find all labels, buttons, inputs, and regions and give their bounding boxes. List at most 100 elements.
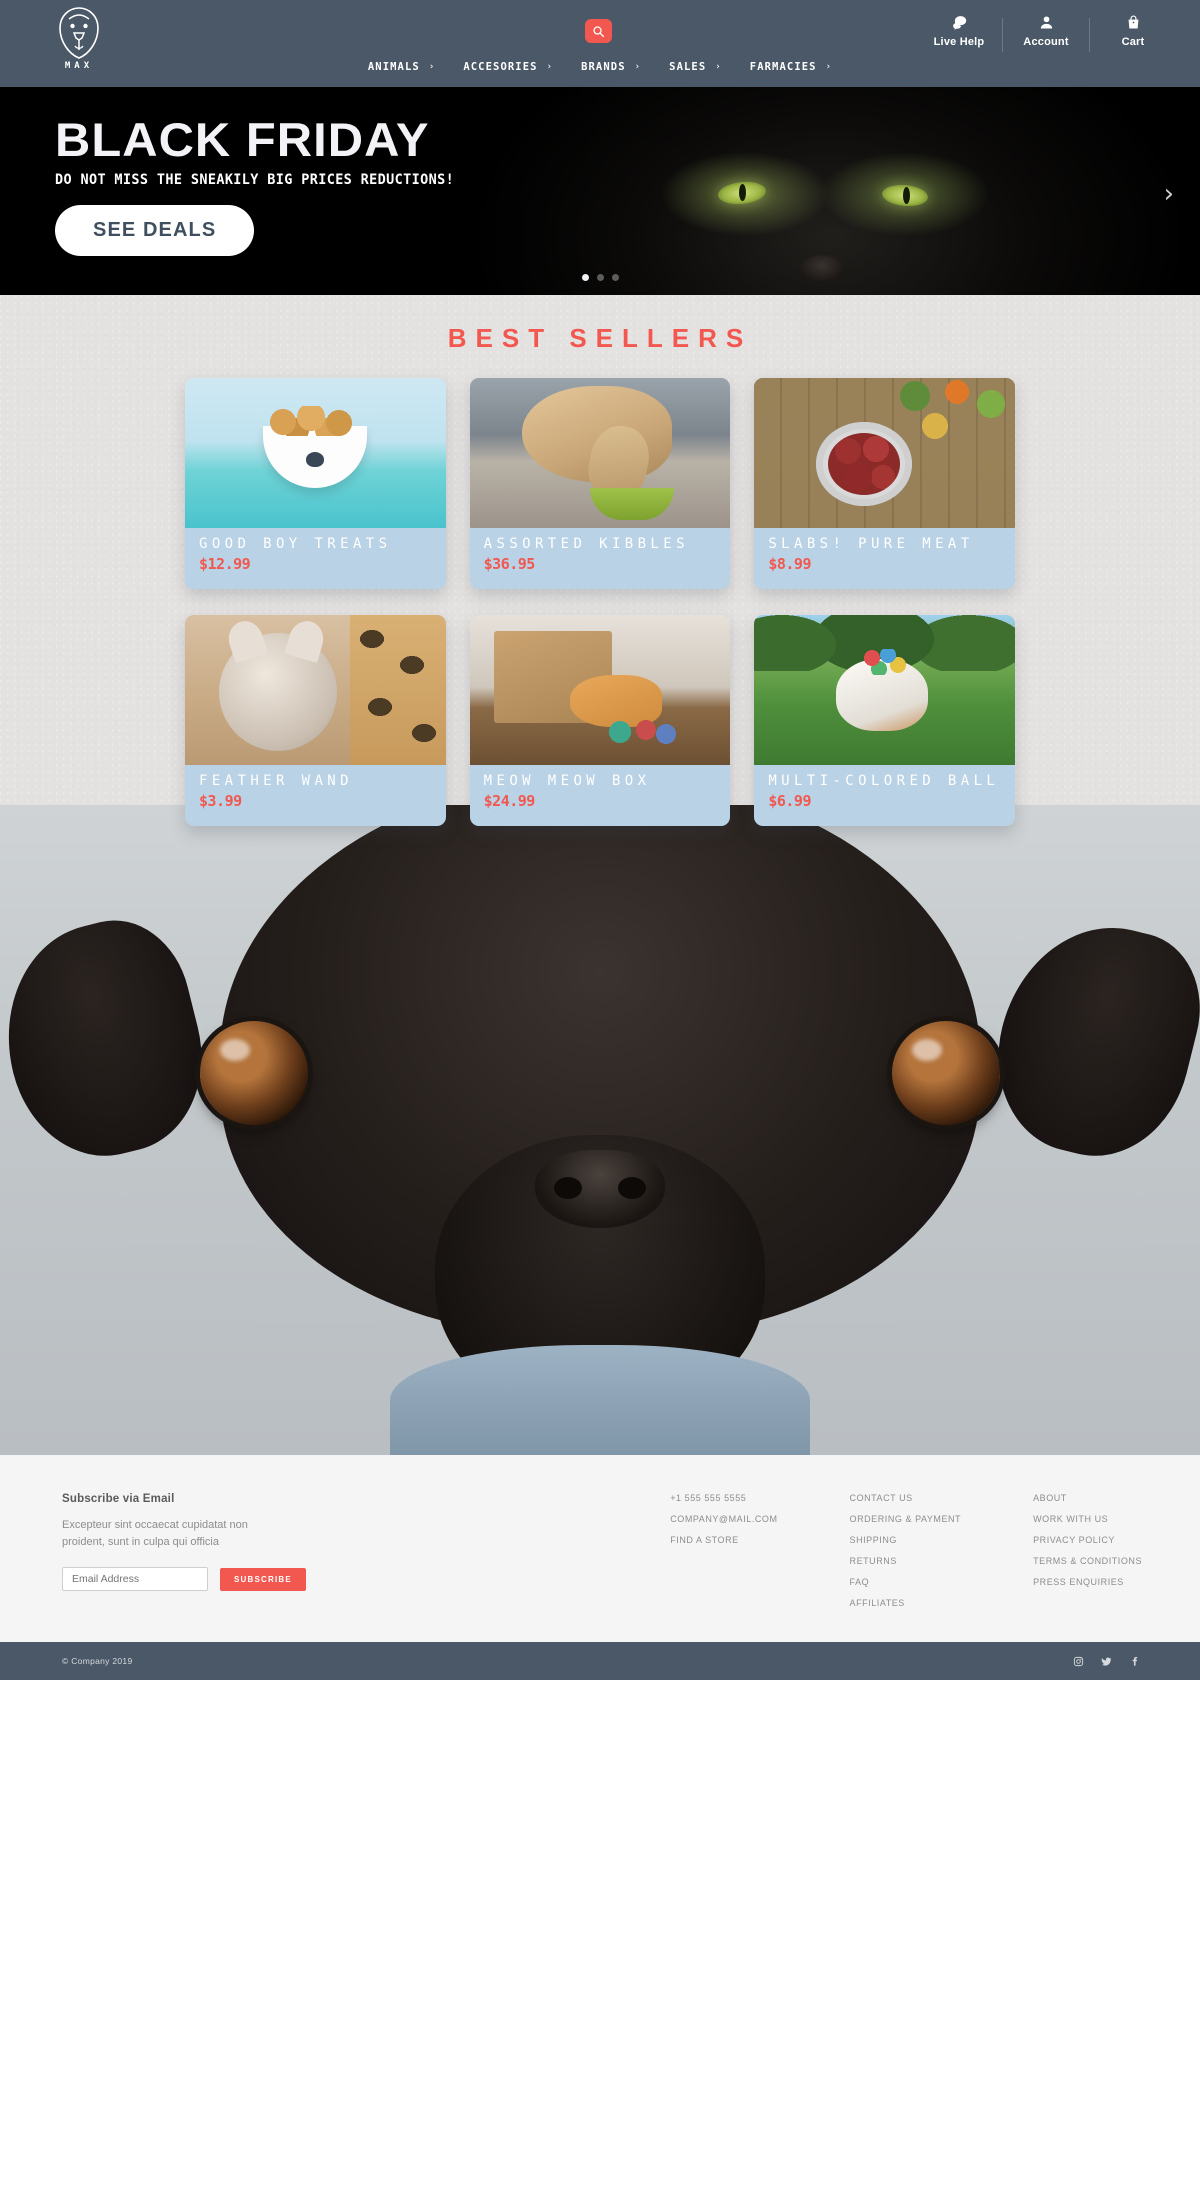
product-card[interactable]: GOOD BOY TREATS $12.99 (185, 378, 446, 589)
footer-link[interactable]: COMPANY@MAIL.COM (670, 1514, 777, 1524)
product-card[interactable]: ASSORTED KIBBLES $36.95 (469, 378, 731, 589)
product-image-good-boy-treats (185, 378, 446, 528)
account-button[interactable]: Account (1003, 14, 1089, 48)
product-card[interactable]: MULTI-COLORED BALL $6.99 (754, 615, 1015, 826)
decorative-shape (0, 905, 223, 1175)
live-help-label: Live Help (933, 36, 985, 48)
section-title: BEST SELLERS (447, 323, 753, 353)
product-card-body: MEOW MEOW BOX $24.99 (470, 765, 731, 826)
page-root: MAX ANIMALS › ACCESORIES › BRANDS › SALE… (0, 0, 1200, 1680)
subscribe-section: Subscribe via Email Excepteur sint occae… (52, 1493, 382, 1608)
product-card-body: FEATHER WAND $3.99 (185, 765, 446, 826)
footer-link[interactable]: FIND A STORE (670, 1535, 777, 1545)
footer-link[interactable]: TERMS & CONDITIONS (1033, 1556, 1142, 1566)
hero-content: BLACK FRIDAY DO NOT MISS THE SNEAKILY BI… (55, 115, 484, 256)
product-price: $24.99 (483, 792, 536, 810)
product-image-slabs-pure-meat (754, 378, 1015, 528)
footer-bottom-bar: © Company 2019 (0, 1642, 1200, 1680)
person-icon (1040, 16, 1052, 29)
product-price: $8.99 (768, 555, 811, 573)
email-input[interactable] (62, 1567, 208, 1591)
social-links (1073, 1656, 1148, 1667)
footer-link[interactable]: PRESS ENQUIRIES (1033, 1577, 1142, 1587)
search-button[interactable] (585, 19, 612, 43)
cart-label: Cart (1121, 36, 1145, 48)
decorative-shape (903, 187, 910, 204)
nav-label: ACCESORIES (463, 61, 538, 73)
carousel-dot-1[interactable] (581, 274, 589, 281)
product-card[interactable]: FEATHER WAND $3.99 (185, 615, 446, 826)
see-deals-button[interactable]: SEE DEALS (55, 205, 255, 256)
site-footer: Subscribe via Email Excepteur sint occae… (0, 1455, 1200, 1642)
product-price: $6.99 (768, 792, 811, 810)
cart-button[interactable]: Cart (1090, 14, 1176, 48)
decorative-shape (554, 1177, 582, 1199)
decorative-shape (739, 184, 746, 201)
product-title: FEATHER WAND (199, 773, 353, 789)
footer-column-support: CONTACT US ORDERING & PAYMENT SHIPPING R… (850, 1493, 962, 1608)
product-title: MULTI-COLORED BALL (768, 773, 1000, 789)
product-card-body: ASSORTED KIBBLES $36.95 (470, 528, 731, 589)
footer-link[interactable]: CONTACT US (850, 1493, 962, 1503)
footer-link[interactable]: WORK WITH US (1033, 1514, 1142, 1524)
account-label: Account (1023, 36, 1069, 48)
nav-item-farmacies[interactable]: FARMACIES › (736, 61, 846, 73)
chevron-right-icon: › (634, 62, 642, 72)
product-card[interactable]: MEOW MEOW BOX $24.99 (469, 615, 731, 826)
footer-link[interactable]: SHIPPING (850, 1535, 962, 1545)
nav-label: BRANDS (581, 61, 626, 73)
product-image-meow-meow-box (469, 615, 731, 765)
facebook-icon[interactable] (1129, 1656, 1140, 1667)
carousel-dot-3[interactable] (611, 274, 619, 281)
product-card-body: MULTI-COLORED BALL $6.99 (754, 765, 1015, 826)
live-help-button[interactable]: Live Help (916, 14, 1002, 48)
product-image-assorted-kibbles (469, 378, 731, 528)
footer-link[interactable]: RETURNS (850, 1556, 962, 1566)
nav-item-brands[interactable]: BRANDS › (567, 61, 655, 73)
hero-carousel: BLACK FRIDAY DO NOT MISS THE SNEAKILY BI… (0, 87, 1200, 295)
best-sellers-section: BEST SELLERS GOOD BOY TREATS $12.99 ASSO… (0, 295, 1200, 826)
product-price: $3.99 (199, 792, 242, 810)
product-price: $36.95 (483, 555, 536, 573)
carousel-next-button[interactable]: › (1164, 179, 1174, 209)
chevron-right-icon: › (546, 62, 554, 72)
footer-link[interactable]: FAQ (850, 1577, 962, 1587)
search-icon (593, 25, 605, 37)
product-title: SLABS! PURE MEAT (768, 536, 974, 552)
decorative-shape (200, 1021, 308, 1125)
feature-dog-photo (0, 805, 1200, 1455)
product-image-feather-wand (185, 615, 446, 765)
nav-label: FARMACIES (749, 61, 817, 73)
product-title: GOOD BOY TREATS (199, 536, 392, 552)
footer-link[interactable]: AFFILIATES (850, 1598, 962, 1608)
carousel-dot-2[interactable] (596, 274, 604, 281)
nav-label: SALES (669, 61, 707, 73)
nav-item-accesories[interactable]: ACCESORIES › (449, 61, 567, 73)
twitter-icon[interactable] (1101, 1656, 1112, 1667)
decorative-shape (892, 1021, 1000, 1125)
product-title: MEOW MEOW BOX (483, 773, 651, 789)
nav-item-animals[interactable]: ANIMALS › (354, 61, 449, 73)
product-card[interactable]: SLABS! PURE MEAT $8.99 (754, 378, 1015, 589)
nav-item-sales[interactable]: SALES › (655, 61, 736, 73)
footer-link[interactable]: PRIVACY POLICY (1033, 1535, 1142, 1545)
footer-link[interactable]: ABOUT (1033, 1493, 1142, 1503)
hero-title: BLACK FRIDAY (55, 113, 430, 166)
chevron-right-icon: › (825, 62, 833, 72)
product-grid: GOOD BOY TREATS $12.99 ASSORTED KIBBLES … (185, 378, 1015, 826)
carousel-dots (0, 274, 1200, 281)
product-card-body: SLABS! PURE MEAT $8.99 (754, 528, 1015, 589)
footer-link-columns: +1 555 555 5555 COMPANY@MAIL.COM FIND A … (670, 1493, 1148, 1608)
instagram-icon[interactable] (1073, 1656, 1084, 1667)
subscribe-title: Subscribe via Email (62, 1493, 175, 1505)
header-tools: Live Help Account Cart (916, 14, 1176, 52)
footer-column-company: ABOUT WORK WITH US PRIVACY POLICY TERMS … (1033, 1493, 1142, 1608)
product-price: $12.99 (199, 555, 251, 573)
chevron-right-icon: › (715, 62, 722, 72)
footer-link[interactable]: +1 555 555 5555 (670, 1493, 777, 1503)
decorative-shape (977, 905, 1200, 1175)
subscribe-button[interactable]: SUBSCRIBE (220, 1567, 306, 1591)
chat-bubble-icon (952, 16, 966, 30)
footer-link[interactable]: ORDERING & PAYMENT (850, 1514, 962, 1524)
copyright-text: © Company 2019 (62, 1656, 133, 1666)
